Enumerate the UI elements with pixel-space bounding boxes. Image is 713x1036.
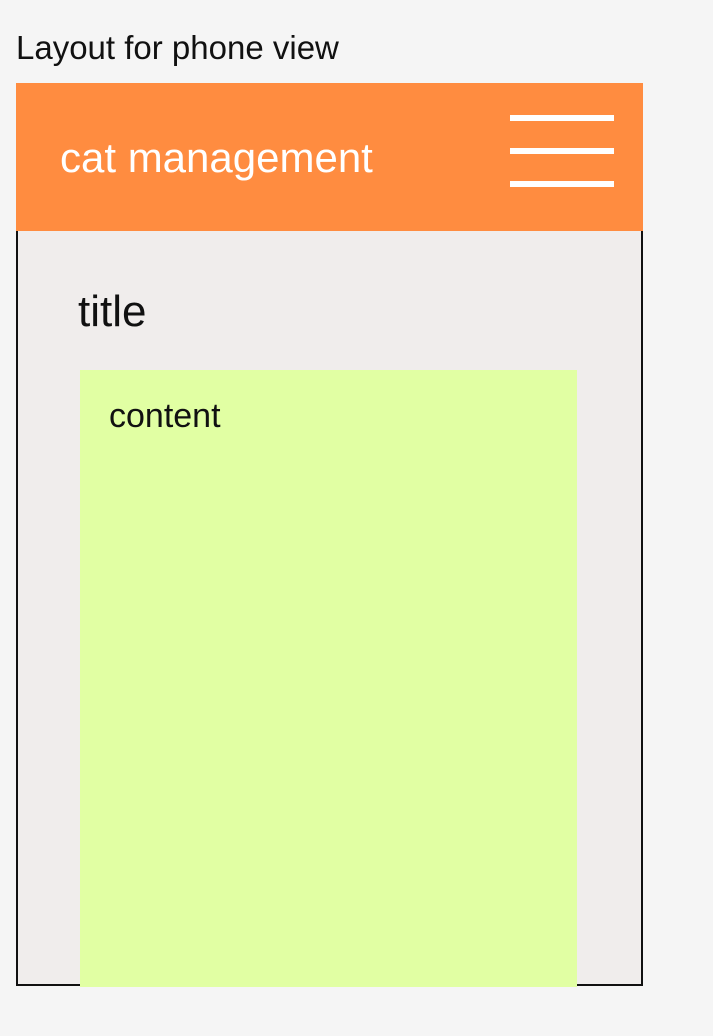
content-panel: content: [80, 370, 577, 987]
app-title: cat management: [60, 134, 373, 181]
content-label: content: [109, 397, 221, 435]
page-title: title: [78, 287, 147, 336]
hamburger-menu-icon[interactable]: [510, 115, 614, 189]
app-header: cat management: [16, 83, 643, 231]
menu-bar-top: [510, 115, 614, 121]
menu-bar-bottom: [510, 181, 614, 187]
frame-caption: Layout for phone view: [16, 29, 339, 66]
menu-bar-middle: [510, 148, 614, 154]
